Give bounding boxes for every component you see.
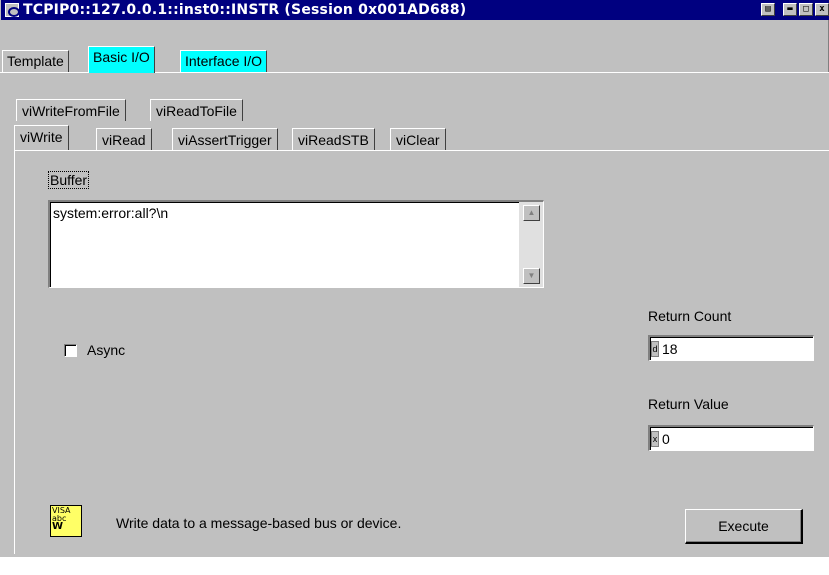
tab-viwrite[interactable]: viWrite xyxy=(14,125,69,150)
tab-vireadstb[interactable]: viReadSTB xyxy=(292,128,375,150)
scroll-up-icon[interactable]: ▲ xyxy=(523,205,540,221)
return-count-field[interactable]: d 18 xyxy=(648,335,814,361)
buffer-text: system:error:all?\n xyxy=(53,205,169,221)
tab-viread[interactable]: viRead xyxy=(96,128,152,150)
scroll-down-icon[interactable]: ▼ xyxy=(523,268,540,284)
execute-button-label: Execute xyxy=(718,518,769,534)
tab-vireadtofile[interactable]: viReadToFile xyxy=(150,99,243,121)
tab-basic-io[interactable]: Basic I/O xyxy=(88,46,155,73)
radix-indicator[interactable]: x xyxy=(651,430,659,447)
async-label: Async xyxy=(87,342,126,358)
async-checkbox[interactable] xyxy=(64,344,77,357)
visa-write-icon: VISA abc W xyxy=(50,505,82,537)
tab-viasserttrigger[interactable]: viAssertTrigger xyxy=(172,128,278,150)
return-value-value: 0 xyxy=(662,430,670,447)
return-count-value: 18 xyxy=(662,340,678,357)
tab-template[interactable]: Template xyxy=(2,50,69,72)
radix-indicator[interactable]: d xyxy=(651,340,659,357)
window-controls: ▤ ▬ □ x xyxy=(761,3,829,16)
return-value-field[interactable]: x 0 xyxy=(648,425,814,451)
execute-button[interactable]: Execute xyxy=(685,509,803,544)
visa-icon-text: W xyxy=(52,521,64,532)
return-value-label: Return Value xyxy=(648,396,729,412)
buffer-textarea[interactable]: system:error:all?\n ▲ ▼ xyxy=(48,200,544,288)
app-icon[interactable] xyxy=(5,3,20,17)
return-count-label: Return Count xyxy=(648,308,732,324)
tab-interface-io[interactable]: Interface I/O xyxy=(180,50,268,72)
tab-viclear[interactable]: viClear xyxy=(390,128,446,150)
visa-session-window: TCPIP0::127.0.0.1::inst0::INSTR (Session… xyxy=(0,0,829,557)
buffer-scrollbar[interactable]: ▲ ▼ xyxy=(519,202,543,287)
close-button[interactable]: x xyxy=(815,3,829,16)
buffer-label: Buffer xyxy=(48,171,90,189)
system-menu-icon[interactable]: ▤ xyxy=(761,3,775,16)
title-bar[interactable]: TCPIP0::127.0.0.1::inst0::INSTR (Session… xyxy=(1,0,829,20)
minimize-button[interactable]: ▬ xyxy=(783,3,797,16)
window-title: TCPIP0::127.0.0.1::inst0::INSTR (Session… xyxy=(23,2,467,18)
tab-viwritefromfile[interactable]: viWriteFromFile xyxy=(16,99,126,121)
maximize-button[interactable]: □ xyxy=(799,3,813,16)
operation-description: Write data to a message-based bus or dev… xyxy=(116,515,402,531)
